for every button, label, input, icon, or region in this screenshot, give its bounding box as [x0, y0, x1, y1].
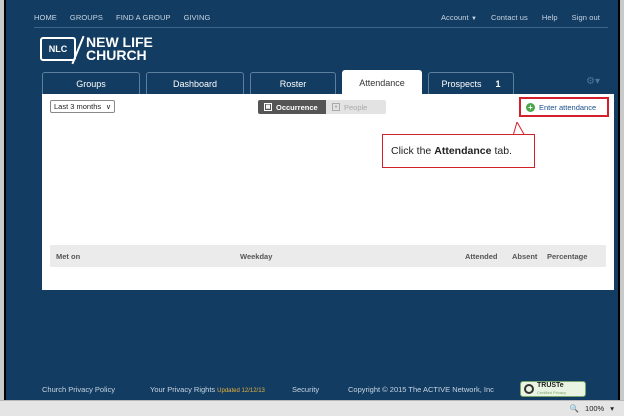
prospects-count-badge: 1	[495, 78, 501, 89]
logo-line-2: CHURCH	[86, 47, 147, 63]
column-percentage[interactable]: Percentage	[547, 252, 587, 261]
account-label: Account	[440, 12, 469, 22]
people-view-button[interactable]: ● People	[326, 100, 386, 114]
magnifier-icon: 🔍	[569, 404, 580, 413]
logo-text: NEW LIFE CHURCH	[86, 35, 153, 63]
column-absent[interactable]: Absent	[512, 252, 537, 261]
column-met-on[interactable]: Met on	[56, 252, 80, 261]
truste-title: TRUSTe	[537, 382, 564, 389]
enter-attendance-button[interactable]: + Enter attendance	[519, 97, 609, 117]
tab-prospects[interactable]: Prospects 1	[428, 72, 514, 94]
nav-find-group-link[interactable]: FIND A GROUP	[116, 13, 171, 22]
tab-prospects-label: Prospects	[441, 78, 482, 89]
nav-divider	[34, 27, 608, 28]
privacy-rights-group: Your Privacy Rights Updated 12/12/13	[150, 385, 265, 394]
church-logo[interactable]: NLC NEW LIFE CHURCH	[40, 35, 153, 63]
enter-attendance-label: Enter attendance	[539, 102, 597, 112]
tab-attendance[interactable]: Attendance	[342, 70, 422, 94]
nav-giving-link[interactable]: GIVING	[184, 13, 211, 22]
zoom-level: 100%	[585, 404, 605, 413]
instruction-callout: Click the Attendance tab.	[382, 134, 535, 168]
logo-badge: NLC	[40, 37, 76, 61]
updated-date: Updated 12/12/13	[217, 387, 265, 394]
truste-subtitle: Certified Privacy	[537, 390, 567, 395]
occurrence-view-button[interactable]: ▦ Occurrence	[258, 100, 326, 114]
zoom-control[interactable]: 🔍 100% ▾	[570, 404, 614, 413]
caret-down-icon: ▼	[470, 15, 477, 22]
church-privacy-policy-link[interactable]: Church Privacy Policy	[42, 385, 115, 394]
attendance-table-header: Met on Weekday Attended Absent Percentag…	[50, 245, 606, 267]
person-icon: ●	[332, 103, 340, 111]
nav-home-link[interactable]: HOME	[34, 13, 57, 22]
nav-groups-link[interactable]: GROUPS	[70, 13, 103, 22]
truste-seal-icon	[524, 384, 534, 394]
calendar-icon: ▦	[264, 103, 272, 111]
callout-text-bold: Attendance	[434, 145, 492, 157]
help-link[interactable]: Help	[542, 13, 558, 22]
column-attended[interactable]: Attended	[465, 252, 498, 261]
chevron-down-icon: ∨	[105, 103, 111, 111]
truste-label: TRUSTe Certified Privacy	[537, 382, 566, 396]
privacy-rights-link[interactable]: Your Privacy Rights	[150, 385, 215, 394]
account-menu[interactable]: Account ▼	[441, 13, 477, 22]
contact-us-link[interactable]: Contact us	[491, 13, 528, 22]
add-icon: +	[526, 102, 535, 112]
people-label: People	[344, 102, 368, 112]
tab-groups[interactable]: Groups	[42, 72, 140, 94]
caret-down-icon: ▾	[610, 404, 614, 413]
browser-page: HOME GROUPS FIND A GROUP GIVING Account …	[4, 0, 620, 416]
callout-text-post: tab.	[494, 145, 512, 157]
view-toggle: ▦ Occurrence ● People	[258, 100, 386, 114]
copyright-text: Copyright © 2015 The ACTIVE Network, Inc	[348, 384, 494, 394]
top-navigation: HOME GROUPS FIND A GROUP GIVING Account …	[34, 6, 606, 28]
attendance-panel: Last 3 months ∨ ▦ Occurrence ● People + …	[42, 94, 614, 290]
tab-roster[interactable]: Roster	[250, 72, 336, 94]
gear-icon[interactable]: ⚙▾	[586, 76, 600, 87]
browser-status-bar: 🔍 100% ▾	[0, 400, 624, 416]
callout-text-pre: Click the	[391, 145, 432, 157]
date-range-value: Last 3 months	[54, 102, 102, 111]
tab-bar: Groups Dashboard Roster Attendance Prosp…	[42, 70, 514, 94]
security-link[interactable]: Security	[292, 385, 319, 394]
date-range-select[interactable]: Last 3 months ∨	[50, 100, 115, 113]
truste-badge[interactable]: TRUSTe Certified Privacy	[520, 381, 586, 397]
occurrence-label: Occurrence	[276, 102, 318, 112]
sign-out-link[interactable]: Sign out	[572, 13, 600, 22]
column-weekday[interactable]: Weekday	[240, 252, 272, 261]
tab-dashboard[interactable]: Dashboard	[146, 72, 244, 94]
